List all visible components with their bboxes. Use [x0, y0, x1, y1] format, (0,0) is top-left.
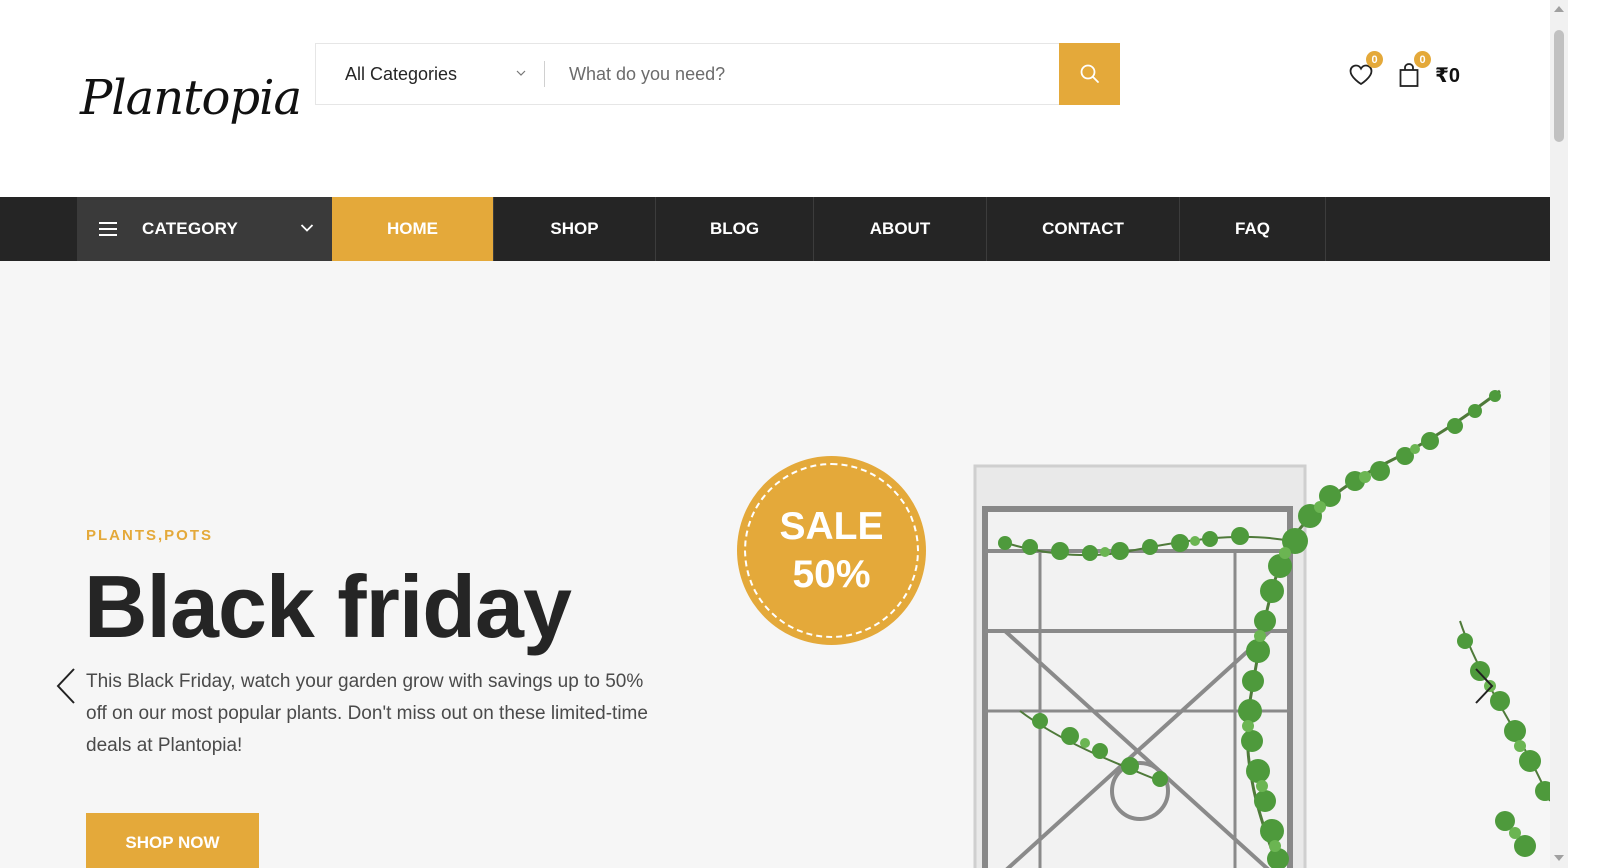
search-bar: All Categories — [315, 42, 1120, 105]
nav-item-blog[interactable]: BLOG — [656, 197, 814, 261]
wishlist-button[interactable]: 0 — [1345, 51, 1383, 91]
search-button[interactable] — [1059, 42, 1120, 105]
search-icon — [1080, 64, 1099, 83]
slider-prev-arrow-icon[interactable] — [52, 666, 82, 706]
category-select-label: All Categories — [345, 63, 458, 84]
hero-image — [973, 389, 1550, 868]
search-input[interactable] — [545, 44, 1059, 104]
shop-now-button[interactable]: SHOP NOW — [86, 813, 259, 868]
scroll-down-arrow-icon[interactable] — [1554, 855, 1564, 861]
nav-item-home[interactable]: HOME — [332, 197, 494, 261]
header-actions: 0 0 ₹0 — [1345, 51, 1461, 95]
slider-next-arrow-icon[interactable] — [1468, 666, 1498, 706]
logo-text: Plantopia — [80, 70, 302, 126]
category-menu-button[interactable]: CATEGORY — [77, 197, 332, 261]
chevron-down-icon — [516, 70, 526, 76]
cart-total: ₹0 — [1435, 64, 1461, 87]
sale-badge: SALE 50% — [737, 456, 926, 645]
cart-count-badge: 0 — [1414, 51, 1431, 68]
wishlist-count-badge: 0 — [1366, 51, 1383, 68]
site-logo[interactable]: Plantopia — [80, 58, 302, 138]
scroll-up-arrow-icon[interactable] — [1554, 6, 1564, 12]
hamburger-icon — [99, 222, 117, 236]
chevron-down-icon — [300, 224, 314, 232]
cart-button[interactable]: 0 — [1393, 51, 1431, 91]
hero-tag: PLANTS,POTS — [86, 527, 214, 544]
nav-item-shop[interactable]: SHOP — [494, 197, 656, 261]
page-scrollbar[interactable] — [1550, 0, 1568, 868]
hero-title: Black friday — [84, 557, 572, 656]
main-nav: CATEGORY HOME SHOP BLOG ABOUT CONTACT FA… — [0, 197, 1550, 261]
hero-description: This Black Friday, watch your garden gro… — [86, 671, 648, 756]
nav-item-faq[interactable]: FAQ — [1180, 197, 1326, 261]
site-header: Plantopia All Categories 0 — [0, 0, 1582, 197]
hero-slider: PLANTS,POTS Black friday This Black Frid… — [0, 261, 1550, 868]
category-menu-label: CATEGORY — [142, 219, 239, 238]
category-select[interactable]: All Categories — [316, 44, 544, 104]
scrollbar-thumb[interactable] — [1554, 30, 1564, 142]
nav-item-about[interactable]: ABOUT — [814, 197, 987, 261]
nav-item-contact[interactable]: CONTACT — [987, 197, 1180, 261]
sale-badge-ring — [744, 463, 919, 638]
